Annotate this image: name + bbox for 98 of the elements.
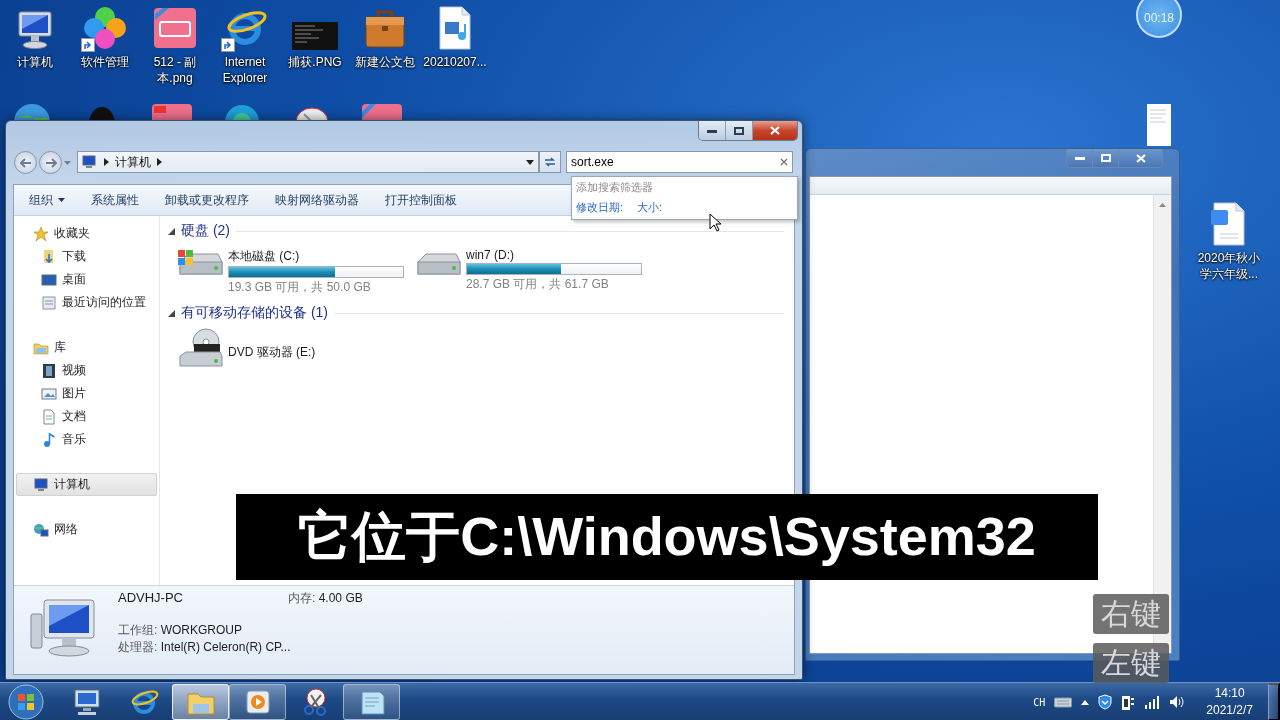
icon-label: 512 - 副本.png	[152, 54, 198, 86]
minimize-icon	[1074, 156, 1085, 160]
dropdown-arrow-icon	[526, 159, 534, 165]
icon-label: 捕获.PNG	[287, 54, 343, 70]
speaker-icon[interactable]	[1169, 695, 1186, 709]
drive-name[interactable]: 本地磁盘 (C:)	[228, 248, 404, 265]
memory-info: 内存: 4.00 GB	[288, 590, 364, 607]
nav-item[interactable]: 库	[16, 336, 157, 359]
picture-icon	[41, 385, 57, 402]
nav-item[interactable]: 视频	[16, 359, 157, 382]
nav-item[interactable]: 音乐	[16, 428, 157, 451]
clear-icon	[780, 158, 788, 166]
nav-item[interactable]: 计算机	[16, 473, 157, 496]
icon-label: 2020年秋小学六年级...	[1196, 250, 1262, 282]
filter-link[interactable]: 修改日期:	[576, 201, 624, 213]
close-button[interactable]	[1119, 149, 1162, 167]
icon-label: 软件管理	[80, 54, 130, 70]
icon-label: 计算机	[16, 54, 54, 70]
scroll-up-icon[interactable]	[1159, 203, 1166, 207]
free-space-text: 28.7 GB 可用，共 61.7 GB	[466, 276, 610, 293]
video-file-icon[interactable]	[437, 6, 473, 50]
image-icon[interactable]	[153, 6, 197, 50]
clear-search-button[interactable]	[780, 158, 788, 166]
nav-item[interactable]: 最近访问的位置	[16, 291, 157, 314]
refresh-icon	[543, 156, 557, 168]
nav-item[interactable]: 下载	[16, 245, 157, 268]
computer-icon	[33, 476, 49, 493]
maximize-button[interactable]	[726, 121, 753, 140]
toolbar-button[interactable]: 系统属性	[84, 188, 146, 212]
drive-name[interactable]: DVD 驱动器 (E:)	[228, 344, 316, 361]
icon-label: 新建公文包	[354, 54, 416, 70]
toolbar-button[interactable]: 打开控制面板	[378, 188, 464, 212]
free-space-text: 19.3 GB 可用，共 50.0 GB	[228, 279, 372, 296]
clock[interactable]: 14:10 2021/2/7	[1206, 685, 1253, 719]
nav-item[interactable]: 文档	[16, 405, 157, 428]
chevron-icon	[157, 158, 162, 166]
close-button[interactable]	[753, 121, 797, 140]
collapse-triangle-icon[interactable]	[168, 227, 175, 235]
chevron-icon	[104, 158, 109, 166]
show-desktop-button[interactable]	[1268, 683, 1280, 720]
address-bar[interactable]: 计算机	[77, 151, 539, 173]
group-header[interactable]: 有可移动存储的设备 (1)	[181, 304, 328, 322]
workgroup-info: 工作组: WORKGROUP	[118, 622, 244, 639]
recent-places-icon	[41, 294, 57, 311]
minimize-icon	[707, 128, 717, 133]
subtitle-caption: 它位于C:\Windows\System32	[236, 494, 1098, 580]
back-button[interactable]	[14, 151, 37, 174]
icon-label: 20210207...	[422, 54, 488, 70]
maximize-icon	[1100, 154, 1111, 162]
nav-item[interactable]: 图片	[16, 382, 157, 405]
refresh-button[interactable]	[539, 151, 561, 173]
toolbar-button[interactable]: 卸载或更改程序	[158, 188, 256, 212]
music-note-icon	[41, 431, 57, 448]
nav-item[interactable]: 网络	[16, 518, 157, 541]
keyboard-icon[interactable]	[1054, 696, 1073, 708]
forward-button[interactable]	[39, 151, 62, 174]
computer-icon	[82, 155, 98, 169]
language-indicator[interactable]: CH	[1033, 696, 1046, 708]
search-field[interactable]: sort.exe	[566, 151, 793, 173]
minimize-button[interactable]	[699, 121, 726, 140]
group-header[interactable]: 硬盘 (2)	[181, 222, 230, 240]
document-icon[interactable]	[1211, 202, 1247, 246]
nav-item[interactable]: 收藏夹	[16, 222, 157, 245]
collapse-triangle-icon[interactable]	[168, 309, 175, 317]
power-plug-icon[interactable]	[1121, 693, 1136, 711]
star-icon	[33, 225, 49, 242]
close-icon	[770, 126, 780, 135]
minimize-button[interactable]	[1067, 149, 1093, 167]
briefcase-icon[interactable]	[363, 8, 407, 50]
maximize-icon	[734, 126, 744, 135]
filter-heading: 添加搜索筛选器	[576, 180, 654, 195]
breadcrumb-item[interactable]: 计算机	[115, 153, 151, 171]
signal-bars-icon[interactable]	[1144, 695, 1161, 709]
key-hint: 右键	[1093, 594, 1169, 634]
toolbar-button[interactable]: 映射网络驱动器	[268, 188, 366, 212]
computer-name: ADVHJ-PC	[118, 590, 184, 607]
taskbar-button[interactable]	[229, 684, 286, 720]
filter-link[interactable]: 大小:	[637, 201, 663, 213]
key-hint: 左键	[1093, 643, 1169, 683]
taskbar-button[interactable]	[343, 684, 400, 720]
film-icon	[41, 362, 57, 379]
toolbar-button[interactable]: 组织	[22, 188, 72, 212]
icon-label: Internet Explorer	[221, 54, 269, 86]
drive-name[interactable]: win7 (D:)	[466, 248, 642, 262]
dropdown-arrow-icon[interactable]	[64, 160, 71, 165]
show-hidden-icons-icon[interactable]	[1081, 699, 1090, 705]
clover-icon[interactable]	[83, 6, 127, 50]
close-icon	[1135, 153, 1146, 163]
nav-item[interactable]: 桌面	[16, 268, 157, 291]
network-icon	[33, 521, 49, 538]
processor-info: 处理器: Intel(R) Celeron(R) CP...	[118, 639, 292, 656]
back-arrow-icon	[19, 157, 32, 168]
start-button[interactable]	[8, 684, 44, 720]
maximize-button[interactable]	[1093, 149, 1119, 167]
document-icon	[41, 408, 57, 425]
shield-icon[interactable]	[1098, 694, 1113, 710]
forward-arrow-icon	[44, 157, 57, 168]
desktop-icon	[41, 271, 57, 288]
